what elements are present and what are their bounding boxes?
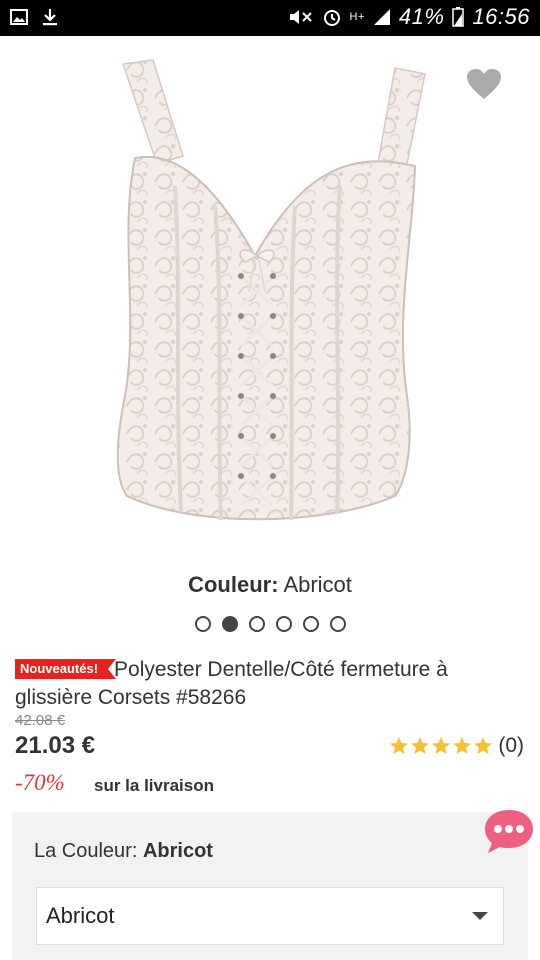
battery-icon	[452, 7, 465, 27]
signal-icon	[373, 8, 391, 26]
chat-button[interactable]	[482, 806, 536, 856]
star-icon	[390, 737, 409, 754]
color-select-value: Abricot	[46, 903, 115, 928]
discount-percent: -70%	[15, 770, 65, 795]
favorite-button[interactable]	[466, 68, 502, 105]
star-icon	[474, 737, 493, 754]
battery-percent: 41%	[398, 4, 445, 29]
gallery-dot[interactable]	[194, 616, 211, 632]
gallery-dot[interactable]	[221, 616, 238, 632]
color-caption: Couleur: Abricot	[0, 572, 540, 598]
color-select[interactable]: Abricot	[36, 887, 504, 945]
rating[interactable]: (0)	[389, 734, 524, 758]
color-caption-value: Abricot	[283, 572, 352, 597]
star-icon	[453, 737, 472, 754]
current-price: 21.03 €	[15, 732, 96, 759]
status-bar-right: H+ 41% 16:56	[288, 4, 530, 30]
rating-count: (0)	[498, 734, 524, 757]
gallery-dot[interactable]	[248, 616, 265, 632]
product-image	[116, 59, 426, 521]
status-bar-left	[10, 8, 58, 26]
color-option-label-text: La Couleur:	[34, 840, 138, 862]
star-icon	[432, 737, 451, 754]
clock: 16:56	[472, 4, 530, 29]
product-image-gallery[interactable]	[0, 36, 540, 576]
image-icon	[10, 9, 28, 25]
heart-icon	[467, 69, 501, 99]
star-icon	[411, 737, 430, 754]
status-bar: H+ 41% 16:56	[0, 0, 540, 36]
options-panel: La Couleur: Abricot Abricot	[12, 812, 528, 960]
gallery-dot[interactable]	[329, 616, 346, 632]
chevron-down-icon	[472, 912, 488, 920]
color-option-value: Abricot	[142, 840, 213, 862]
gallery-dot[interactable]	[275, 616, 292, 632]
product-title: Nouveautés! Polyester Dentelle/Côté ferme…	[15, 656, 525, 712]
shipping-text: sur la livraison	[94, 776, 214, 795]
mute-icon	[288, 7, 314, 27]
color-caption-label: Couleur:	[188, 572, 279, 597]
chat-icon	[485, 810, 533, 853]
gallery-dot[interactable]	[302, 616, 319, 632]
product-page: H+ 41% 16:56 Couleur: Abricot Nouveautés…	[0, 0, 540, 960]
alarm-icon	[322, 7, 342, 27]
gallery-pagination	[0, 616, 540, 632]
download-icon	[42, 8, 58, 26]
new-badge: Nouveautés!	[15, 659, 117, 679]
old-price: 42.08 €	[15, 712, 66, 729]
color-option-label: La Couleur: Abricot	[34, 840, 213, 863]
network-type: H+	[349, 11, 365, 23]
